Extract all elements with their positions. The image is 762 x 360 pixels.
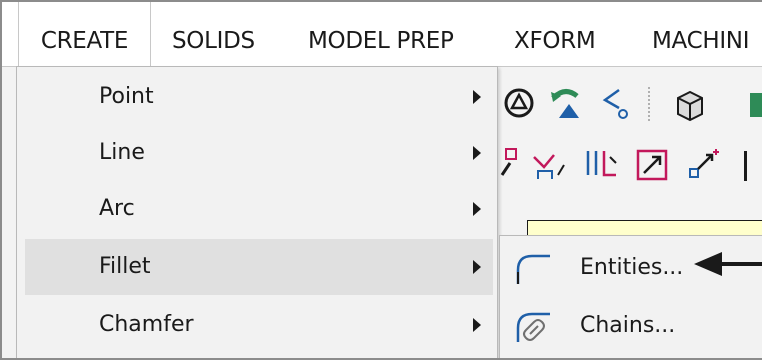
submenu-item-chains[interactable]: Chains... (504, 298, 762, 354)
trim-icon[interactable] (530, 145, 570, 183)
create-dropdown-menu: Point Line Arc Fillet Chamfer (16, 66, 498, 358)
partial-icon[interactable] (748, 91, 762, 119)
fillet-chains-icon (516, 312, 550, 342)
tab-model-prep[interactable]: MODEL PREP (308, 2, 454, 66)
tab-xform[interactable]: XFORM (514, 2, 596, 66)
measure-icon[interactable] (597, 84, 631, 122)
menu-item-label: Line (99, 140, 145, 165)
menu-item-chamfer[interactable]: Chamfer (25, 297, 493, 353)
tab-solids[interactable]: SOLIDS (172, 2, 255, 66)
submenu-item-label: Chains... (580, 313, 676, 338)
translate-point-icon[interactable] (686, 145, 724, 183)
submenu-arrow-icon (473, 146, 481, 160)
submenu-arrow-icon (473, 260, 481, 274)
tab-create[interactable]: CREATE (18, 2, 151, 68)
toolbar-separator (648, 87, 650, 121)
annotation-arrow-icon (694, 252, 762, 276)
submenu-arrow-icon (473, 90, 481, 104)
solid-box-icon[interactable] (670, 84, 708, 122)
menu-item-label: Point (99, 84, 154, 109)
undo-transform-icon[interactable] (547, 84, 585, 122)
ribbon-tab-bar: CREATE SOLIDS MODEL PREP XFORM MACHINI (2, 2, 762, 68)
analyze-angle-icon[interactable] (502, 86, 536, 120)
submenu-arrow-icon (473, 202, 481, 216)
menu-item-point[interactable]: Point (25, 69, 493, 125)
toolbar-edge (744, 151, 747, 181)
fillet-entities-icon (516, 254, 550, 284)
mirror-icon[interactable] (582, 145, 622, 183)
menu-item-label: Chamfer (99, 312, 194, 337)
app-window: CREATE SOLIDS MODEL PREP XFORM MACHINI P… (0, 0, 762, 360)
submenu-arrow-icon (473, 318, 481, 332)
menu-item-fillet[interactable]: Fillet (25, 239, 493, 295)
menu-item-label: Fillet (99, 254, 151, 279)
arrow-tool-icon[interactable] (498, 145, 520, 181)
submenu-item-label: Entities... (580, 255, 684, 280)
menu-item-line[interactable]: Line (25, 125, 493, 181)
scale-icon[interactable] (634, 145, 672, 183)
tab-machining[interactable]: MACHINI (652, 2, 750, 66)
menu-item-arc[interactable]: Arc (25, 181, 493, 237)
menu-item-label: Arc (99, 196, 135, 221)
